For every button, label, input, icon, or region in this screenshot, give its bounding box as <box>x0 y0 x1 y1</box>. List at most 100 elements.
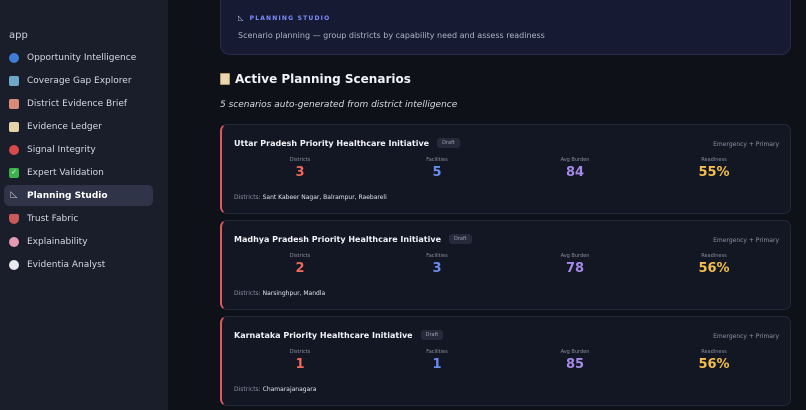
sidebar-item-explainability[interactable]: Explainability <box>4 231 153 252</box>
map-icon <box>9 75 19 86</box>
brain-icon <box>9 236 19 247</box>
scenario-districts: Districts: Chamarajanagara <box>234 386 316 393</box>
metric-value: 84 <box>565 165 585 180</box>
district-list: Narsinghpur, Mandla <box>262 290 326 297</box>
metric-label: Readiness <box>701 157 727 163</box>
metric-districts: Districts 1 <box>270 349 330 372</box>
metric-label: Facilities <box>426 157 448 163</box>
metric-value: 2 <box>295 261 305 276</box>
clipboard-icon <box>9 121 19 132</box>
metric-label: Facilities <box>426 349 448 355</box>
scenario-title: Uttar Pradesh Priority Healthcare Initia… <box>234 138 460 148</box>
sidebar-item-evidentia-analyst[interactable]: Evidentia Analyst <box>4 254 153 275</box>
section-title-text: Active Planning Scenarios <box>235 72 411 86</box>
sidebar-item-district-evidence-brief[interactable]: District Evidence Brief <box>4 93 153 114</box>
metric-label: Avg Burden <box>560 349 590 355</box>
metric-facilities: Facilities 3 <box>407 253 467 276</box>
metric-label: Facilities <box>426 253 448 259</box>
districts-prefix: Districts: <box>234 386 261 393</box>
metric-readiness: Readiness 56% <box>684 349 744 372</box>
metric-avg-burden: Avg Burden 78 <box>545 253 605 276</box>
metric-avg-burden: Avg Burden 84 <box>545 157 605 180</box>
section-subtitle: 5 scenarios auto-generated from district… <box>220 100 458 110</box>
scenario-card[interactable]: Uttar Pradesh Priority Healthcare Initia… <box>220 124 791 214</box>
scenario-type-tag: Emergency + Primary <box>713 333 779 340</box>
districts-prefix: Districts: <box>234 290 261 297</box>
metric-value: 1 <box>295 357 305 372</box>
sidebar-item-label: Planning Studio <box>27 190 108 201</box>
districts-prefix: Districts: <box>234 194 261 201</box>
metric-value: 5 <box>432 165 442 180</box>
sidebar-item-label: District Evidence Brief <box>27 98 128 109</box>
metric-value: 55% <box>698 165 730 180</box>
status-badge: Draft <box>420 330 444 340</box>
sidebar-item-coverage-gap-explorer[interactable]: Coverage Gap Explorer <box>4 70 153 91</box>
banner-tag: ◺ PLANNING STUDIO <box>238 14 330 22</box>
sidebar: app Opportunity Intelligence Coverage Ga… <box>0 0 168 410</box>
scenario-title-text: Madhya Pradesh Priority Healthcare Initi… <box>234 234 442 244</box>
sidebar-item-label: Opportunity Intelligence <box>27 52 137 63</box>
sidebar-item-expert-validation[interactable]: ✓ Expert Validation <box>4 162 153 183</box>
main-content: ◺ PLANNING STUDIO Scenario planning — gr… <box>168 0 806 410</box>
metric-label: Avg Burden <box>560 157 590 163</box>
sidebar-item-evidence-ledger[interactable]: Evidence Ledger <box>4 116 153 137</box>
sidebar-item-signal-integrity[interactable]: Signal Integrity <box>4 139 153 160</box>
metric-label: Readiness <box>701 349 727 355</box>
metric-districts: Districts 2 <box>270 253 330 276</box>
ruler-icon: ◺ <box>10 190 18 200</box>
metric-facilities: Facilities 1 <box>407 349 467 372</box>
metric-value: 1 <box>432 357 442 372</box>
sidebar-item-planning-studio[interactable]: ◺ Planning Studio <box>4 185 153 206</box>
metric-value: 56% <box>698 261 730 276</box>
scenario-type-tag: Emergency + Primary <box>713 237 779 244</box>
status-badge: Draft <box>437 138 460 148</box>
sidebar-item-label: Signal Integrity <box>27 144 96 155</box>
checkmark-icon: ✓ <box>9 167 19 178</box>
metric-value: 78 <box>565 261 585 276</box>
metric-value: 3 <box>295 165 305 180</box>
scenario-districts: Districts: Sant Kabeer Nagar, Balrampur,… <box>234 194 387 201</box>
metric-facilities: Facilities 5 <box>407 157 467 180</box>
speech-bubble-icon <box>9 259 19 270</box>
metric-label: Avg Burden <box>560 253 590 259</box>
metric-avg-burden: Avg Burden 85 <box>545 349 605 372</box>
metric-value: 56% <box>698 357 730 372</box>
metric-readiness: Readiness 55% <box>684 157 744 180</box>
scenario-card[interactable]: Madhya Pradesh Priority Healthcare Initi… <box>220 220 791 310</box>
metric-label: Districts <box>289 349 311 355</box>
globe-icon <box>9 52 19 63</box>
scenario-title: Madhya Pradesh Priority Healthcare Initi… <box>234 234 472 244</box>
ruler-icon: ◺ <box>238 14 245 22</box>
scenario-title: Karnataka Priority Healthcare Initiative… <box>234 330 444 340</box>
planning-studio-banner: ◺ PLANNING STUDIO Scenario planning — gr… <box>220 0 791 55</box>
school-icon <box>9 98 19 109</box>
metric-label: Districts <box>289 157 311 163</box>
shield-icon <box>9 213 19 224</box>
status-badge: Draft <box>449 234 472 244</box>
sidebar-item-label: Evidentia Analyst <box>27 259 106 270</box>
banner-tag-label: PLANNING STUDIO <box>249 14 331 22</box>
district-list: Sant Kabeer Nagar, Balrampur, Raebareli <box>262 194 387 201</box>
banner-description: Scenario planning — group districts by c… <box>238 31 545 40</box>
scenario-title-text: Karnataka Priority Healthcare Initiative <box>234 330 413 340</box>
metric-label: Districts <box>289 253 311 259</box>
clipboard-icon <box>220 73 230 85</box>
sidebar-nav: Opportunity Intelligence Coverage Gap Ex… <box>4 47 153 277</box>
district-list: Chamarajanagara <box>262 386 317 393</box>
metric-districts: Districts 3 <box>270 157 330 180</box>
scenario-type-tag: Emergency + Primary <box>713 141 779 148</box>
sidebar-item-trust-fabric[interactable]: Trust Fabric <box>4 208 153 229</box>
sidebar-item-label: Trust Fabric <box>27 213 79 224</box>
sidebar-item-label: Explainability <box>27 236 88 247</box>
metric-readiness: Readiness 56% <box>684 253 744 276</box>
dart-icon <box>9 144 19 155</box>
app-title: app <box>9 30 28 41</box>
metric-label: Readiness <box>701 253 727 259</box>
sidebar-item-label: Coverage Gap Explorer <box>27 75 132 86</box>
scenario-districts: Districts: Narsinghpur, Mandla <box>234 290 325 297</box>
metric-value: 85 <box>565 357 585 372</box>
section-title: Active Planning Scenarios <box>220 72 411 86</box>
sidebar-item-opportunity-intelligence[interactable]: Opportunity Intelligence <box>4 47 153 68</box>
scenario-card[interactable]: Karnataka Priority Healthcare Initiative… <box>220 316 791 406</box>
scenario-title-text: Uttar Pradesh Priority Healthcare Initia… <box>234 138 430 148</box>
